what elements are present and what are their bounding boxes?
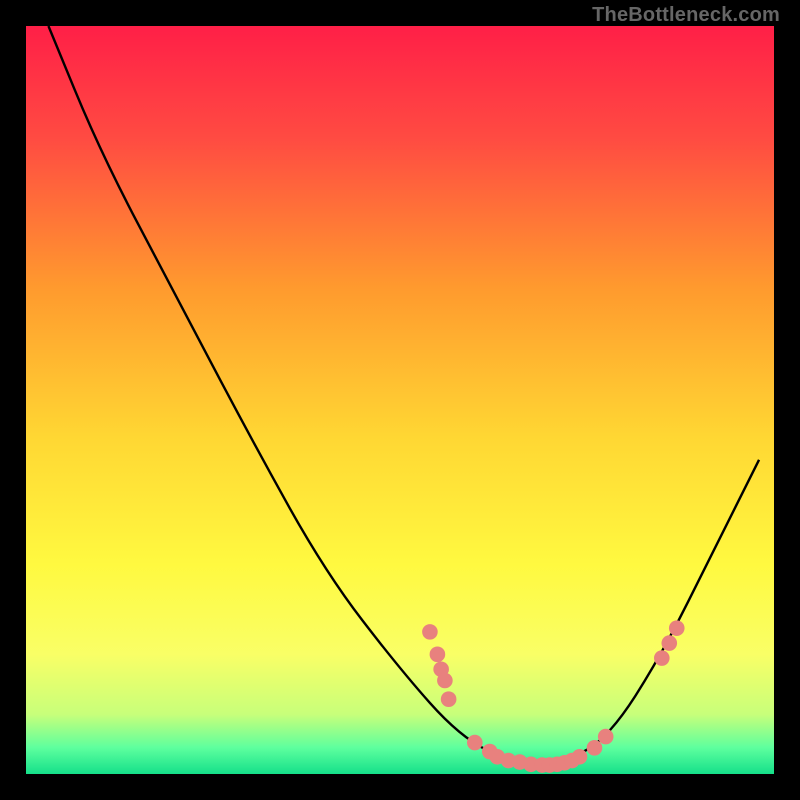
- watermark-text: TheBottleneck.com: [592, 4, 780, 27]
- chart-root: TheBottleneck.com: [0, 0, 800, 800]
- data-marker: [437, 673, 453, 689]
- bottleneck-chart: [0, 0, 800, 800]
- data-marker: [654, 650, 670, 666]
- data-marker: [430, 647, 446, 663]
- data-marker: [598, 729, 614, 745]
- data-marker: [587, 740, 603, 756]
- data-marker: [669, 620, 685, 636]
- data-marker: [572, 749, 588, 765]
- data-marker: [441, 691, 457, 707]
- data-marker: [422, 624, 438, 640]
- data-marker: [467, 735, 483, 751]
- data-marker: [661, 635, 677, 651]
